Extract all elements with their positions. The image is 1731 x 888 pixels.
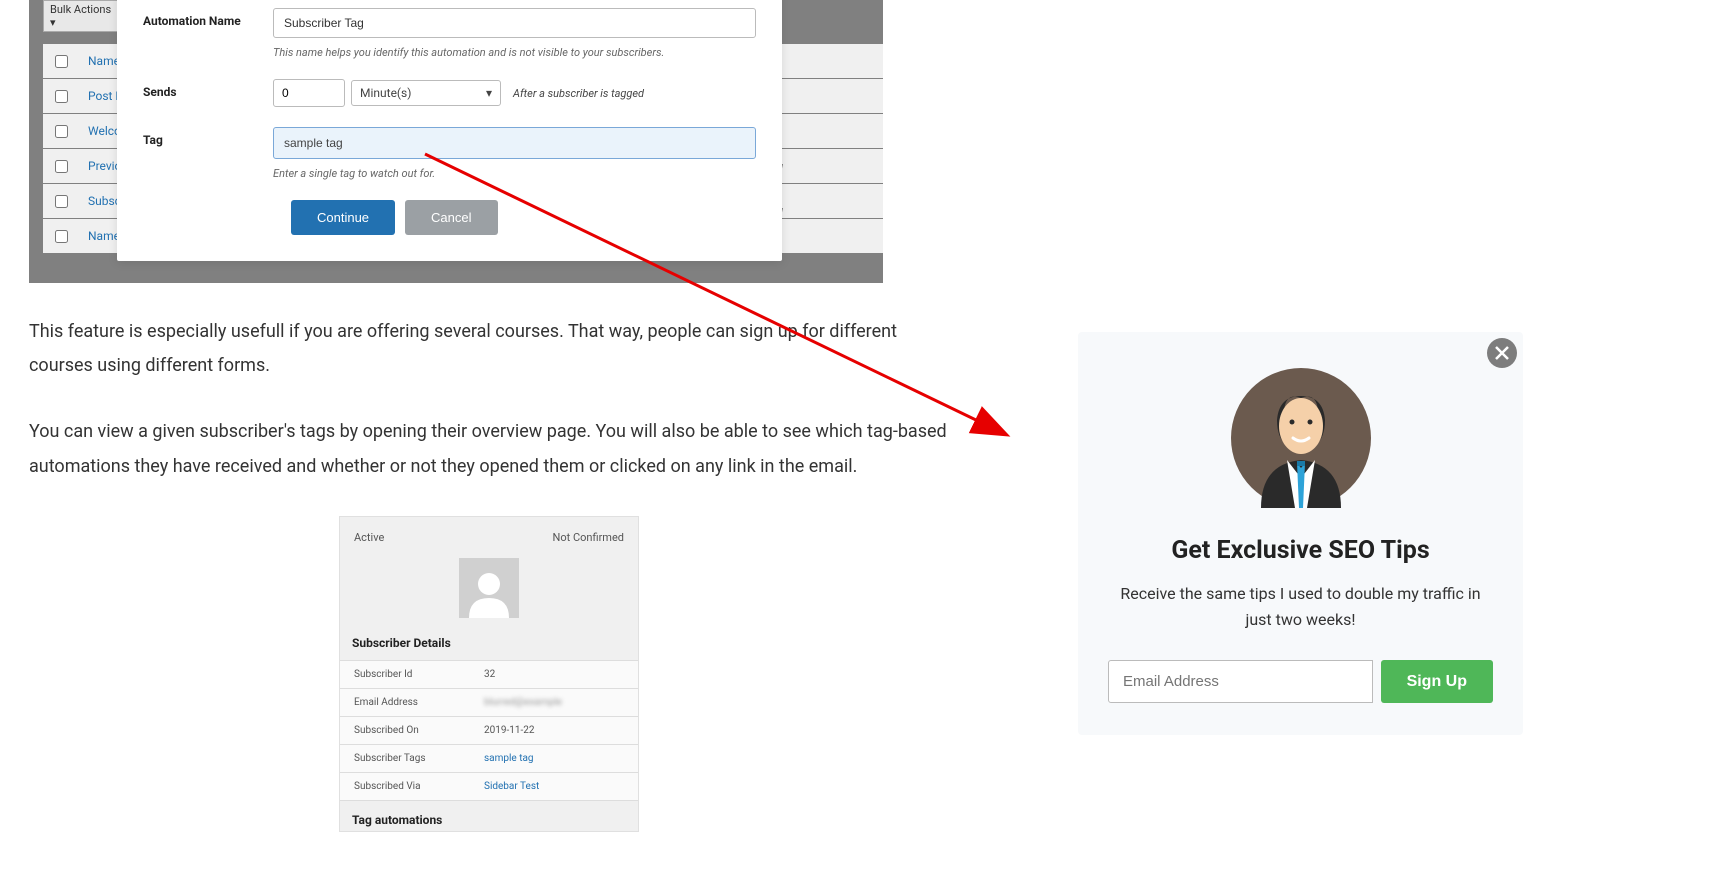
chevron-down-icon: ▾ (486, 86, 492, 100)
sends-unit-select: Minute(s) ▾ (351, 80, 501, 106)
cancel-button: Cancel (405, 200, 497, 235)
popup-title: Get Exclusive SEO Tips (1108, 536, 1493, 565)
detail-label: Subscribed Via (354, 781, 484, 792)
tag-input (273, 127, 756, 159)
subscriber-details-screenshot: Active Not Confirmed Subscriber Details … (339, 516, 639, 832)
avatar-illustration (1231, 368, 1371, 508)
close-button[interactable] (1487, 338, 1517, 368)
sends-value-input (273, 79, 345, 107)
continue-button: Continue (291, 200, 395, 235)
popup-description: Receive the same tips I used to double m… (1108, 581, 1493, 632)
tag-automations-title: Tag automations (340, 801, 638, 831)
automation-modal: Automation Name This name helps you iden… (117, 0, 782, 261)
detail-row: Subscriber Id32 (340, 660, 638, 689)
detail-value: Sidebar Test (484, 781, 539, 792)
detail-label: Subscriber Id (354, 669, 484, 680)
detail-row: Subscribed ViaSidebar Test (340, 773, 638, 801)
detail-row: Subscribed On2019-11-22 (340, 717, 638, 745)
detail-label: Subscriber Tags (354, 753, 484, 764)
detail-label: Email Address (354, 697, 484, 708)
signup-button[interactable]: Sign Up (1381, 660, 1493, 703)
subscriber-details-title: Subscriber Details (340, 636, 638, 660)
tag-label: Tag (143, 127, 273, 147)
automation-form-screenshot: Bulk Actions ▾ Name Post Not Welcome Pre… (29, 0, 883, 283)
avatar-placeholder (459, 558, 519, 618)
detail-row: Subscriber Tagssample tag (340, 745, 638, 773)
newsletter-popup: Get Exclusive SEO Tips Receive the same … (1078, 332, 1523, 735)
tag-help: Enter a single tag to watch out for. (273, 167, 756, 180)
email-input[interactable] (1108, 660, 1373, 703)
detail-value: sample tag (484, 753, 534, 764)
sends-after-text: After a subscriber is tagged (513, 87, 644, 100)
status-not-confirmed: Not Confirmed (553, 531, 624, 544)
detail-value: blurred@example (484, 697, 562, 708)
detail-value: 32 (484, 669, 495, 680)
detail-row: Email Addressblurred@example (340, 689, 638, 717)
article-paragraph: This feature is especially usefull if yo… (29, 315, 949, 383)
detail-label: Subscribed On (354, 725, 484, 736)
automation-name-input (273, 8, 756, 38)
bulk-actions-dropdown: Bulk Actions ▾ (43, 0, 121, 32)
detail-value: 2019-11-22 (484, 725, 535, 736)
article-paragraph: You can view a given subscriber's tags b… (29, 415, 949, 483)
automation-name-label: Automation Name (143, 8, 273, 28)
automation-name-help: This name helps you identify this automa… (273, 46, 756, 59)
status-active: Active (354, 531, 384, 544)
close-icon (1495, 346, 1509, 360)
sends-label: Sends (143, 79, 273, 99)
